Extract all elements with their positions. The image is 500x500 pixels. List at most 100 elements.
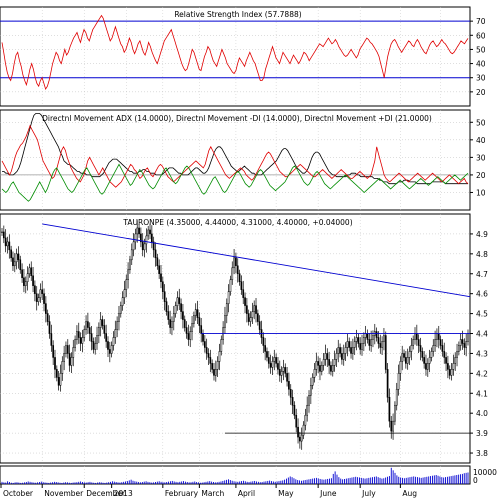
- candle-body: [414, 333, 416, 340]
- candle-body: [308, 395, 310, 406]
- candle-body: [247, 313, 250, 322]
- candle-body: [43, 293, 45, 304]
- candle-body: [28, 267, 31, 275]
- candle-body: [384, 335, 387, 370]
- candle-body: [50, 333, 53, 346]
- candle-body: [390, 420, 393, 432]
- candle-body: [458, 345, 460, 352]
- candle-body: [205, 347, 208, 354]
- dmi-tick-label: 20: [476, 171, 486, 180]
- candle-body: [320, 365, 323, 372]
- candle-body: [116, 321, 118, 330]
- candle-body: [368, 339, 371, 346]
- candle-body: [302, 424, 305, 436]
- candle-body: [317, 361, 319, 366]
- candle-body: [399, 361, 402, 374]
- candle-body: [311, 377, 314, 386]
- candle-body: [202, 333, 204, 342]
- candle-body: [55, 369, 58, 378]
- candle-body: [163, 291, 166, 302]
- candle-body: [405, 357, 407, 364]
- candle-body: [118, 313, 120, 322]
- candle-body: [463, 343, 466, 348]
- candle-body: [13, 261, 16, 267]
- candle-body: [412, 339, 415, 346]
- candle-body: [346, 341, 349, 348]
- candle-body: [216, 361, 219, 370]
- x-tick-label: April: [238, 489, 255, 498]
- candle-body: [57, 377, 60, 386]
- candle-body: [452, 363, 455, 370]
- candle-body: [211, 363, 214, 370]
- candle-body: [23, 277, 25, 286]
- candle-body: [178, 297, 181, 304]
- candle-body: [145, 235, 148, 245]
- candle-body: [397, 373, 400, 390]
- candle-body: [171, 321, 173, 328]
- candle-body: [196, 309, 199, 318]
- candle-body: [394, 404, 396, 422]
- candle-body: [88, 327, 91, 334]
- candle-body: [328, 359, 330, 366]
- candle-body: [262, 337, 265, 346]
- dmi-tick-label: 30: [476, 153, 486, 162]
- candle-body: [203, 341, 206, 348]
- candle-body: [61, 361, 64, 374]
- candle-body: [136, 227, 139, 235]
- candle-body: [107, 341, 109, 350]
- candle-body: [448, 369, 451, 376]
- x-tick-label: October: [3, 489, 34, 498]
- candle-body: [182, 311, 184, 320]
- candle-body: [383, 335, 385, 342]
- x-tick-label: July: [361, 489, 376, 498]
- candle-body: [426, 363, 429, 370]
- candle-body: [253, 305, 256, 312]
- candle-body: [132, 241, 135, 251]
- candle-body: [65, 345, 67, 354]
- candle-body: [193, 315, 195, 324]
- candle-body: [143, 243, 146, 251]
- candle-body: [350, 347, 352, 354]
- candle-body: [286, 373, 288, 382]
- candle-body: [355, 337, 358, 342]
- candle-body: [191, 323, 193, 332]
- candle-body: [12, 257, 14, 267]
- candle-body: [46, 313, 49, 322]
- candle-body: [242, 289, 245, 298]
- candle-body: [160, 273, 162, 282]
- candle-body: [304, 414, 307, 426]
- candle-body: [72, 347, 75, 358]
- candle-body: [83, 329, 86, 338]
- candle-body: [337, 347, 340, 354]
- candle-body: [406, 357, 409, 364]
- candle-body: [54, 357, 56, 370]
- candle-body: [8, 241, 11, 251]
- candle-body: [277, 363, 279, 370]
- candle-body: [15, 253, 18, 263]
- candle-body: [357, 337, 360, 344]
- price-tick-label: 4.4: [476, 330, 488, 339]
- price-tick-label: 3.9: [476, 429, 488, 438]
- volume-tick-label: 0: [473, 476, 478, 485]
- candle-body: [284, 367, 287, 374]
- candle-body: [450, 369, 453, 376]
- candle-body: [76, 331, 78, 340]
- price-tick-label: 4.0: [476, 409, 488, 418]
- candle-body: [48, 321, 51, 334]
- candle-body: [108, 349, 111, 354]
- candle-body: [330, 365, 332, 372]
- candle-body: [214, 369, 217, 376]
- candle-body: [174, 305, 177, 314]
- candle-body: [306, 404, 309, 416]
- candle-body: [79, 337, 82, 344]
- candle-body: [94, 343, 97, 350]
- candle-body: [352, 347, 354, 354]
- candle-body: [39, 289, 42, 298]
- rsi-tick-label: 30: [476, 74, 486, 83]
- candle-body: [141, 241, 144, 251]
- candle-body: [264, 345, 267, 352]
- candle-body: [461, 339, 464, 344]
- candle-body: [379, 343, 382, 348]
- candle-body: [156, 257, 159, 267]
- candle-body: [300, 434, 303, 442]
